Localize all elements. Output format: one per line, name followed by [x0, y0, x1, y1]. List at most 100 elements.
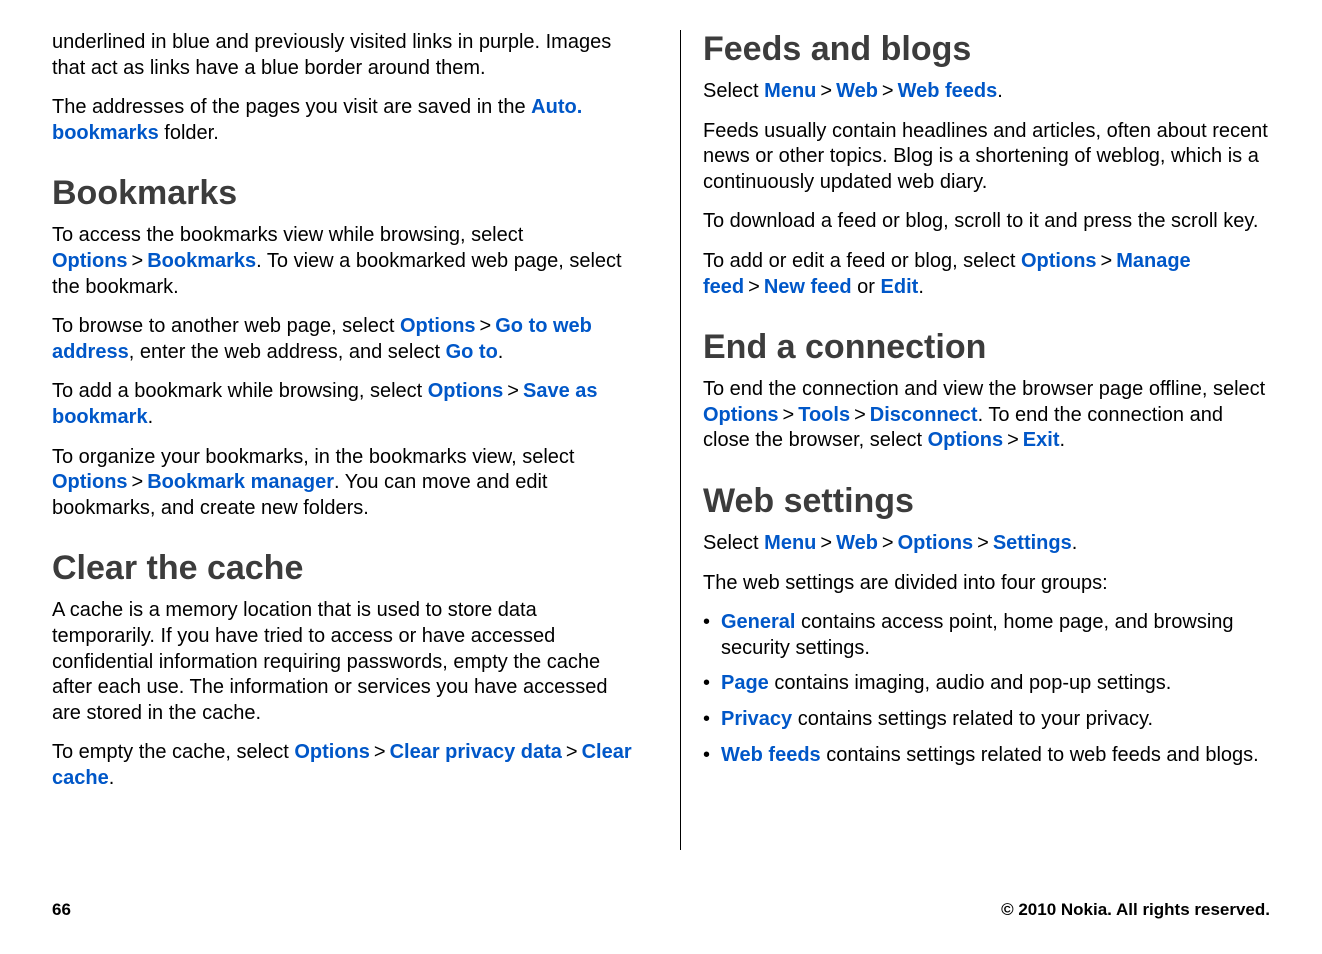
web-feeds-link[interactable]: Web feeds — [898, 80, 998, 102]
feeds-select-path: Select Menu>Web>Web feeds. — [703, 79, 1268, 105]
intro-paragraph-2: The addresses of the pages you visit are… — [52, 95, 640, 146]
text: Select — [703, 532, 764, 554]
breadcrumb-separator: > — [973, 532, 993, 554]
text: , enter the web address, and select — [129, 341, 446, 363]
text: To access the bookmarks view while brows… — [52, 224, 523, 246]
text: To empty the cache, select — [52, 741, 294, 763]
new-feed-link[interactable]: New feed — [764, 276, 852, 298]
text: The addresses of the pages you visit are… — [52, 96, 531, 118]
bookmarks-paragraph-1: To access the bookmarks view while brows… — [52, 223, 640, 300]
web-settings-heading: Web settings — [703, 482, 1268, 521]
cache-paragraph-2: To empty the cache, select Options>Clear… — [52, 740, 640, 791]
options-link[interactable]: Options — [428, 380, 504, 402]
general-link[interactable]: General — [721, 611, 795, 633]
list-item: Web feeds contains settings related to w… — [721, 743, 1268, 769]
left-column: underlined in blue and previously visite… — [52, 30, 640, 850]
footer: 66 © 2010 Nokia. All rights reserved. — [52, 900, 1270, 920]
privacy-link[interactable]: Privacy — [721, 708, 792, 730]
text: folder. — [159, 122, 219, 144]
list-item: Page contains imaging, audio and pop-up … — [721, 671, 1268, 697]
cache-paragraph-1: A cache is a memory location that is use… — [52, 598, 640, 726]
options-link[interactable]: Options — [928, 429, 1004, 451]
options-link[interactable]: Options — [703, 404, 779, 426]
text: Select — [703, 80, 764, 102]
menu-link[interactable]: Menu — [764, 80, 816, 102]
breadcrumb-separator: > — [816, 532, 836, 554]
text: To add or edit a feed or blog, select — [703, 250, 1021, 272]
breadcrumb-separator: > — [816, 80, 836, 102]
web-link[interactable]: Web — [836, 532, 878, 554]
web-settings-paragraph: The web settings are divided into four g… — [703, 571, 1268, 597]
text: To add a bookmark while browsing, select — [52, 380, 428, 402]
bookmarks-link[interactable]: Bookmarks — [147, 250, 256, 272]
text: contains imaging, audio and pop-up setti… — [769, 672, 1172, 694]
web-settings-list: General contains access point, home page… — [703, 610, 1268, 768]
web-link[interactable]: Web — [836, 80, 878, 102]
go-to-link[interactable]: Go to — [446, 341, 498, 363]
text: . — [918, 276, 924, 298]
bookmarks-heading: Bookmarks — [52, 174, 640, 213]
feeds-and-blogs-heading: Feeds and blogs — [703, 30, 1268, 69]
page-link[interactable]: Page — [721, 672, 769, 694]
options-link[interactable]: Options — [400, 315, 476, 337]
text: . — [1059, 429, 1065, 451]
bookmarks-paragraph-3: To add a bookmark while browsing, select… — [52, 379, 640, 430]
breadcrumb-separator: > — [878, 532, 898, 554]
columns: underlined in blue and previously visite… — [52, 30, 1270, 850]
manual-page: underlined in blue and previously visite… — [0, 0, 1322, 954]
text: To browse to another web page, select — [52, 315, 400, 337]
text: . — [109, 767, 115, 789]
text: To end the connection and view the brows… — [703, 378, 1265, 400]
text: . — [498, 341, 504, 363]
breadcrumb-separator: > — [779, 404, 799, 426]
clear-privacy-data-link[interactable]: Clear privacy data — [390, 741, 562, 763]
breadcrumb-separator: > — [1003, 429, 1023, 451]
text: . — [997, 80, 1003, 102]
bookmarks-paragraph-2: To browse to another web page, select Op… — [52, 314, 640, 365]
breadcrumb-separator: > — [503, 380, 523, 402]
breadcrumb-separator: > — [878, 80, 898, 102]
end-a-connection-heading: End a connection — [703, 328, 1268, 367]
feeds-paragraph-3: To add or edit a feed or blog, select Op… — [703, 249, 1268, 300]
settings-link[interactable]: Settings — [993, 532, 1072, 554]
text: To organize your bookmarks, in the bookm… — [52, 446, 574, 468]
text: . — [1072, 532, 1078, 554]
text: contains settings related to web feeds a… — [821, 744, 1259, 766]
web-feeds-link[interactable]: Web feeds — [721, 744, 821, 766]
text: or — [852, 276, 881, 298]
list-item: Privacy contains settings related to you… — [721, 707, 1268, 733]
breadcrumb-separator: > — [850, 404, 870, 426]
breadcrumb-separator: > — [744, 276, 764, 298]
web-settings-select-path: Select Menu>Web>Options>Settings. — [703, 531, 1268, 557]
breadcrumb-separator: > — [128, 250, 148, 272]
breadcrumb-separator: > — [562, 741, 582, 763]
bookmarks-paragraph-4: To organize your bookmarks, in the bookm… — [52, 445, 640, 522]
breadcrumb-separator: > — [370, 741, 390, 763]
breadcrumb-separator: > — [476, 315, 496, 337]
feeds-paragraph-2: To download a feed or blog, scroll to it… — [703, 209, 1268, 235]
list-item: General contains access point, home page… — [721, 610, 1268, 661]
bookmark-manager-link[interactable]: Bookmark manager — [147, 471, 334, 493]
clear-the-cache-heading: Clear the cache — [52, 549, 640, 588]
intro-paragraph-1: underlined in blue and previously visite… — [52, 30, 640, 81]
menu-link[interactable]: Menu — [764, 532, 816, 554]
options-link[interactable]: Options — [1021, 250, 1097, 272]
breadcrumb-separator: > — [1097, 250, 1117, 272]
edit-link[interactable]: Edit — [881, 276, 919, 298]
options-link[interactable]: Options — [294, 741, 370, 763]
right-column: Feeds and blogs Select Menu>Web>Web feed… — [680, 30, 1268, 850]
tools-link[interactable]: Tools — [798, 404, 850, 426]
copyright-text: © 2010 Nokia. All rights reserved. — [1001, 900, 1270, 920]
options-link[interactable]: Options — [898, 532, 974, 554]
text: contains settings related to your privac… — [792, 708, 1153, 730]
disconnect-link[interactable]: Disconnect — [870, 404, 978, 426]
exit-link[interactable]: Exit — [1023, 429, 1060, 451]
text: contains access point, home page, and br… — [721, 611, 1234, 659]
page-number: 66 — [52, 900, 71, 920]
feeds-paragraph-1: Feeds usually contain headlines and arti… — [703, 119, 1268, 196]
breadcrumb-separator: > — [128, 471, 148, 493]
text: . — [148, 406, 154, 428]
options-link[interactable]: Options — [52, 471, 128, 493]
options-link[interactable]: Options — [52, 250, 128, 272]
end-connection-paragraph: To end the connection and view the brows… — [703, 377, 1268, 454]
